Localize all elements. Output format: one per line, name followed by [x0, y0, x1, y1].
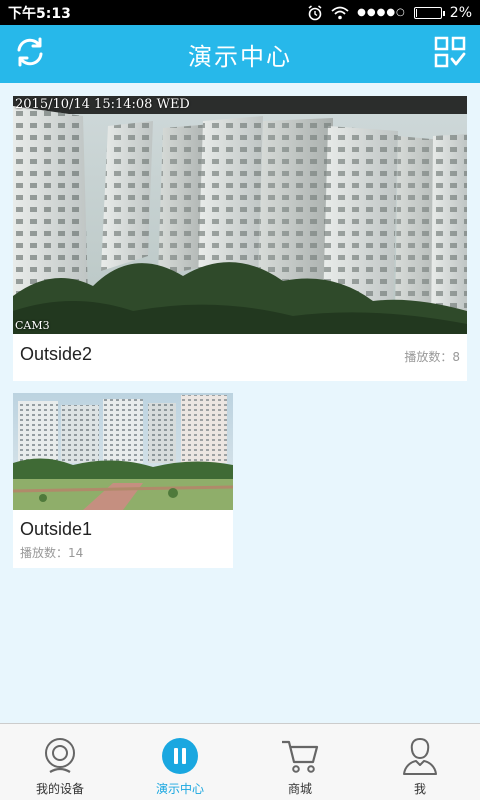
camera-thumbnail[interactable]: 2015/10/14 15:14:08 WED CAM3: [13, 96, 467, 334]
camera-name: Outside1: [20, 519, 93, 539]
refresh-button[interactable]: [12, 36, 48, 72]
camera-card-outside1[interactable]: Outside1 播放数：14: [13, 393, 233, 568]
camera-thumbnail[interactable]: [13, 393, 233, 510]
app-header: 演示中心: [0, 25, 480, 83]
demo-list: 2015/10/14 15:14:08 WED CAM3 Outside2 播放…: [0, 83, 480, 723]
camera-icon: [40, 736, 80, 776]
bottom-nav: 我的设备 演示中心 商城 我: [0, 723, 480, 800]
nav-label: 演示中心: [155, 782, 204, 796]
refresh-icon: [13, 35, 47, 73]
nav-label: 我: [413, 782, 426, 796]
play-count: 播放数：14: [20, 546, 84, 560]
osd-camera-label: CAM3: [15, 319, 50, 332]
nav-item-demo-center[interactable]: 演示中心: [120, 724, 240, 800]
battery-fill: [415, 8, 417, 17]
camera-card-outside2[interactable]: 2015/10/14 15:14:08 WED CAM3 Outside2 播放…: [13, 96, 467, 381]
user-icon: [400, 736, 440, 776]
pause-icon: [160, 736, 200, 776]
signal-icon: ●●●●○: [357, 7, 406, 18]
scan-button[interactable]: [432, 36, 468, 72]
battery-icon: [413, 6, 445, 19]
nav-item-store[interactable]: 商城: [240, 724, 360, 800]
play-count: 播放数：8: [404, 350, 460, 364]
cart-icon: [280, 736, 320, 776]
wifi-icon: [331, 6, 349, 20]
battery-percent: 2%: [449, 4, 472, 21]
nav-item-my-devices[interactable]: 我的设备: [0, 724, 120, 800]
camera-name: Outside2: [20, 344, 93, 364]
nav-label: 商城: [287, 782, 312, 796]
page-title: 演示中心: [188, 42, 292, 71]
nav-label: 我的设备: [35, 782, 84, 796]
status-time: 下午5:13: [8, 5, 71, 22]
nav-item-me[interactable]: 我: [360, 724, 480, 800]
status-bar: 下午5:13 ●●●●○ 2%: [0, 0, 480, 25]
alarm-icon: [307, 4, 323, 21]
scan-icon: [434, 36, 466, 72]
osd-datetime: 2015/10/14 15:14:08 WED: [15, 97, 190, 112]
